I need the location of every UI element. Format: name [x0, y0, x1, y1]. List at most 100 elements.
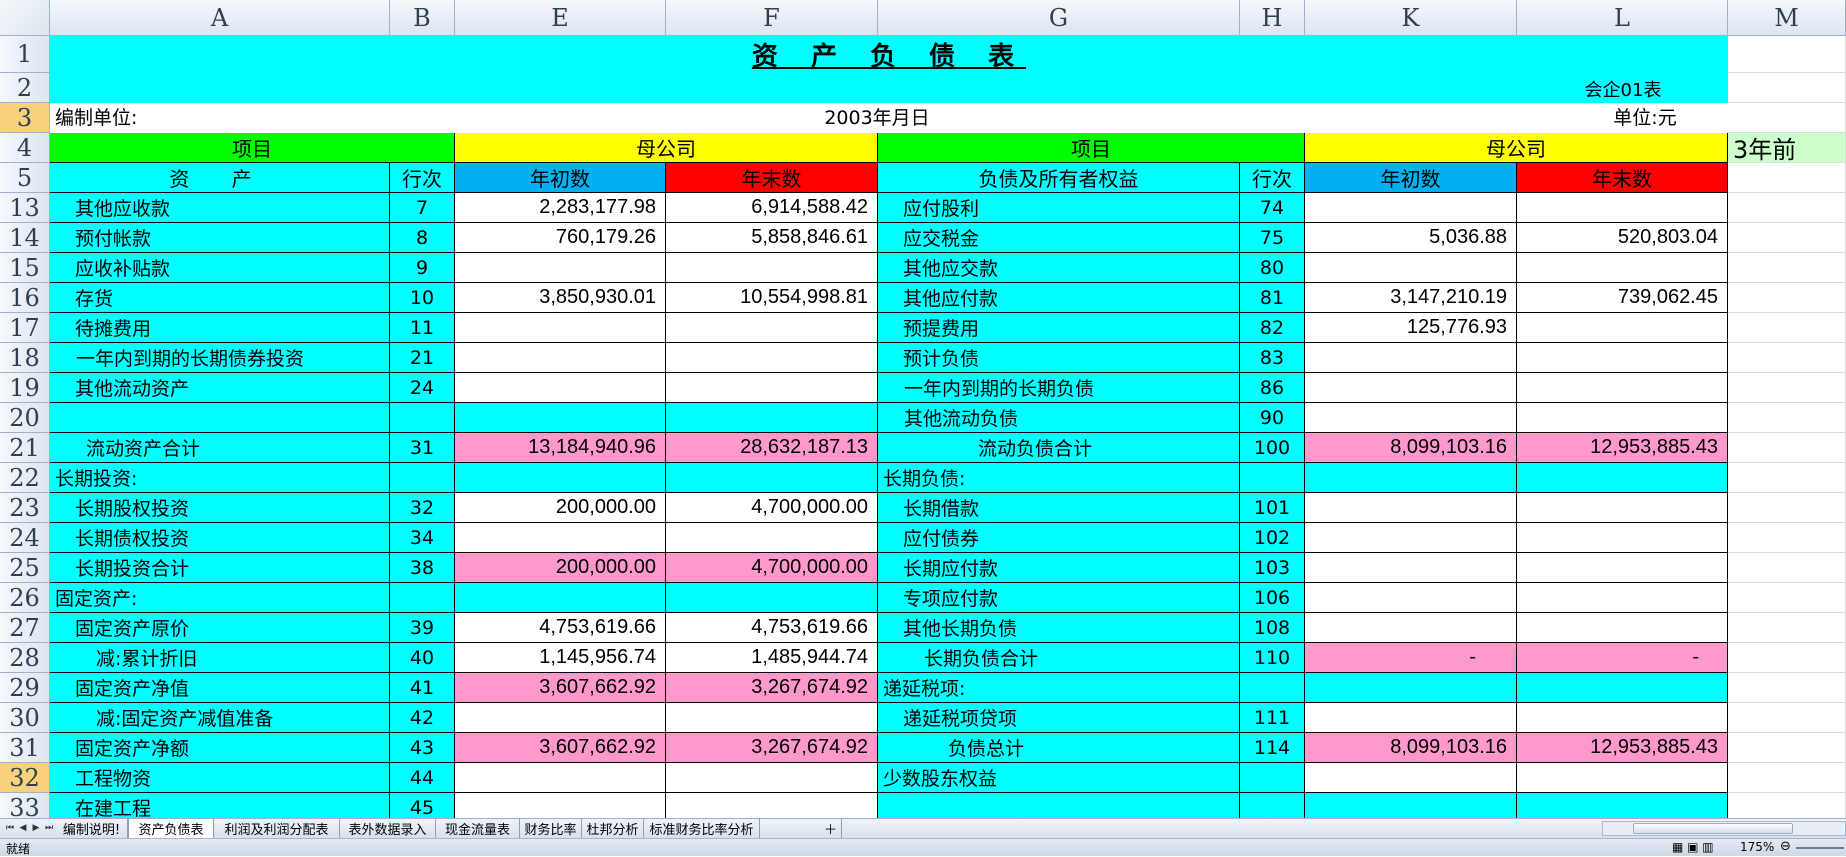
col-title-assets[interactable]: 资 产: [50, 163, 390, 193]
sheet-tab[interactable]: 杜邦分析: [582, 819, 644, 838]
empty-cell-m[interactable]: [1728, 193, 1846, 223]
asset-item[interactable]: 长期债权投资: [50, 523, 390, 553]
row-header[interactable]: 24: [0, 523, 50, 553]
sheet-tab[interactable]: 表外数据录入: [340, 819, 436, 838]
liability-end-value[interactable]: [1517, 763, 1728, 793]
liability-begin-value[interactable]: [1305, 253, 1517, 283]
asset-line-no[interactable]: 41: [390, 673, 455, 703]
asset-line-no[interactable]: 11: [390, 313, 455, 343]
empty-cell-m[interactable]: [1728, 763, 1846, 793]
liability-end-value[interactable]: [1517, 253, 1728, 283]
asset-end-value[interactable]: [666, 373, 878, 403]
sheet-tab[interactable]: 编制说明!: [56, 819, 128, 838]
liability-end-value[interactable]: [1517, 553, 1728, 583]
asset-item[interactable]: 固定资产净额: [50, 733, 390, 763]
asset-end-value[interactable]: 3,267,674.92: [666, 733, 878, 763]
empty-cell-m[interactable]: [1728, 493, 1846, 523]
liability-item[interactable]: [878, 793, 1240, 818]
liability-item[interactable]: 长期借款: [878, 493, 1240, 523]
asset-begin-value[interactable]: 3,607,662.92: [455, 733, 666, 763]
liability-item[interactable]: 其他长期负债: [878, 613, 1240, 643]
asset-item[interactable]: 预付帐款: [50, 223, 390, 253]
asset-begin-value[interactable]: [455, 343, 666, 373]
asset-item[interactable]: 应收补贴款: [50, 253, 390, 283]
group-item-left[interactable]: 项目: [50, 133, 455, 163]
asset-begin-value[interactable]: 3,607,662.92: [455, 673, 666, 703]
asset-line-no[interactable]: 45: [390, 793, 455, 818]
asset-item[interactable]: 固定资产:: [50, 583, 390, 613]
row-header[interactable]: 16: [0, 283, 50, 313]
empty-cell-m[interactable]: [1728, 463, 1846, 493]
liability-end-value[interactable]: 739,062.45: [1517, 283, 1728, 313]
row-header[interactable]: 25: [0, 553, 50, 583]
asset-item[interactable]: 固定资产净值: [50, 673, 390, 703]
asset-begin-value[interactable]: 760,179.26: [455, 223, 666, 253]
asset-line-no[interactable]: 24: [390, 373, 455, 403]
liability-item[interactable]: 其他应付款: [878, 283, 1240, 313]
liability-item[interactable]: 预提费用: [878, 313, 1240, 343]
liability-item[interactable]: 应付债券: [878, 523, 1240, 553]
col-title-end2[interactable]: 年末数: [1517, 163, 1728, 193]
asset-item[interactable]: 其他应收款: [50, 193, 390, 223]
asset-line-no[interactable]: 40: [390, 643, 455, 673]
liability-end-value[interactable]: [1517, 793, 1728, 818]
asset-end-value[interactable]: 6,914,588.42: [666, 193, 878, 223]
asset-line-no[interactable]: 43: [390, 733, 455, 763]
liability-item[interactable]: 应交税金: [878, 223, 1240, 253]
liability-end-value[interactable]: [1517, 493, 1728, 523]
asset-line-no[interactable]: 32: [390, 493, 455, 523]
empty-cell-m[interactable]: [1728, 583, 1846, 613]
asset-begin-value[interactable]: 1,145,956.74: [455, 643, 666, 673]
asset-begin-value[interactable]: [455, 583, 666, 613]
liability-item[interactable]: 递延税项贷项: [878, 703, 1240, 733]
empty-cell-m[interactable]: [1728, 313, 1846, 343]
row-header[interactable]: 17: [0, 313, 50, 343]
liability-item[interactable]: 应付股利: [878, 193, 1240, 223]
asset-line-no[interactable]: 7: [390, 193, 455, 223]
liability-line-no[interactable]: 74: [1240, 193, 1305, 223]
asset-begin-value[interactable]: 13,184,940.96: [455, 433, 666, 463]
liability-line-no[interactable]: [1240, 793, 1305, 818]
asset-item[interactable]: 流动资产合计: [50, 433, 390, 463]
asset-begin-value[interactable]: 200,000.00: [455, 493, 666, 523]
row-header[interactable]: 13: [0, 193, 50, 223]
liability-end-value[interactable]: [1517, 373, 1728, 403]
liability-begin-value[interactable]: [1305, 793, 1517, 818]
empty-cell-m[interactable]: [1728, 373, 1846, 403]
row-header[interactable]: 33: [0, 793, 50, 818]
asset-line-no[interactable]: [390, 403, 455, 433]
liability-line-no[interactable]: 108: [1240, 613, 1305, 643]
empty-cell-m[interactable]: [1728, 283, 1846, 313]
asset-item[interactable]: 减:累计折旧: [50, 643, 390, 673]
liability-item[interactable]: 少数股东权益: [878, 763, 1240, 793]
asset-item[interactable]: 一年内到期的长期债券投资: [50, 343, 390, 373]
liability-begin-value[interactable]: [1305, 463, 1517, 493]
liability-line-no[interactable]: 86: [1240, 373, 1305, 403]
row-header[interactable]: 26: [0, 583, 50, 613]
asset-end-value[interactable]: [666, 253, 878, 283]
asset-end-value[interactable]: [666, 313, 878, 343]
row-header[interactable]: 5: [0, 163, 50, 193]
row-header[interactable]: 3: [0, 103, 50, 133]
empty-cell-m[interactable]: [1728, 673, 1846, 703]
liability-line-no[interactable]: 102: [1240, 523, 1305, 553]
liability-line-no[interactable]: 75: [1240, 223, 1305, 253]
liability-begin-value[interactable]: [1305, 553, 1517, 583]
liability-line-no[interactable]: [1240, 463, 1305, 493]
first-sheet-icon[interactable]: ⏮: [4, 821, 16, 835]
liability-end-value[interactable]: [1517, 703, 1728, 733]
empty-cell-m[interactable]: [1728, 643, 1846, 673]
asset-item[interactable]: 长期股权投资: [50, 493, 390, 523]
asset-line-no[interactable]: 34: [390, 523, 455, 553]
empty-cell-m[interactable]: [1728, 103, 1846, 133]
asset-line-no[interactable]: 38: [390, 553, 455, 583]
liability-begin-value[interactable]: 8,099,103.16: [1305, 433, 1517, 463]
liability-item[interactable]: 流动负债合计: [878, 433, 1240, 463]
liability-item[interactable]: 长期负债合计: [878, 643, 1240, 673]
liability-end-value[interactable]: [1517, 193, 1728, 223]
asset-item[interactable]: 工程物资: [50, 763, 390, 793]
zoom-level[interactable]: 175%: [1740, 840, 1774, 854]
asset-line-no[interactable]: 9: [390, 253, 455, 283]
asset-end-value[interactable]: 10,554,998.81: [666, 283, 878, 313]
empty-cell-m[interactable]: [1728, 163, 1846, 193]
